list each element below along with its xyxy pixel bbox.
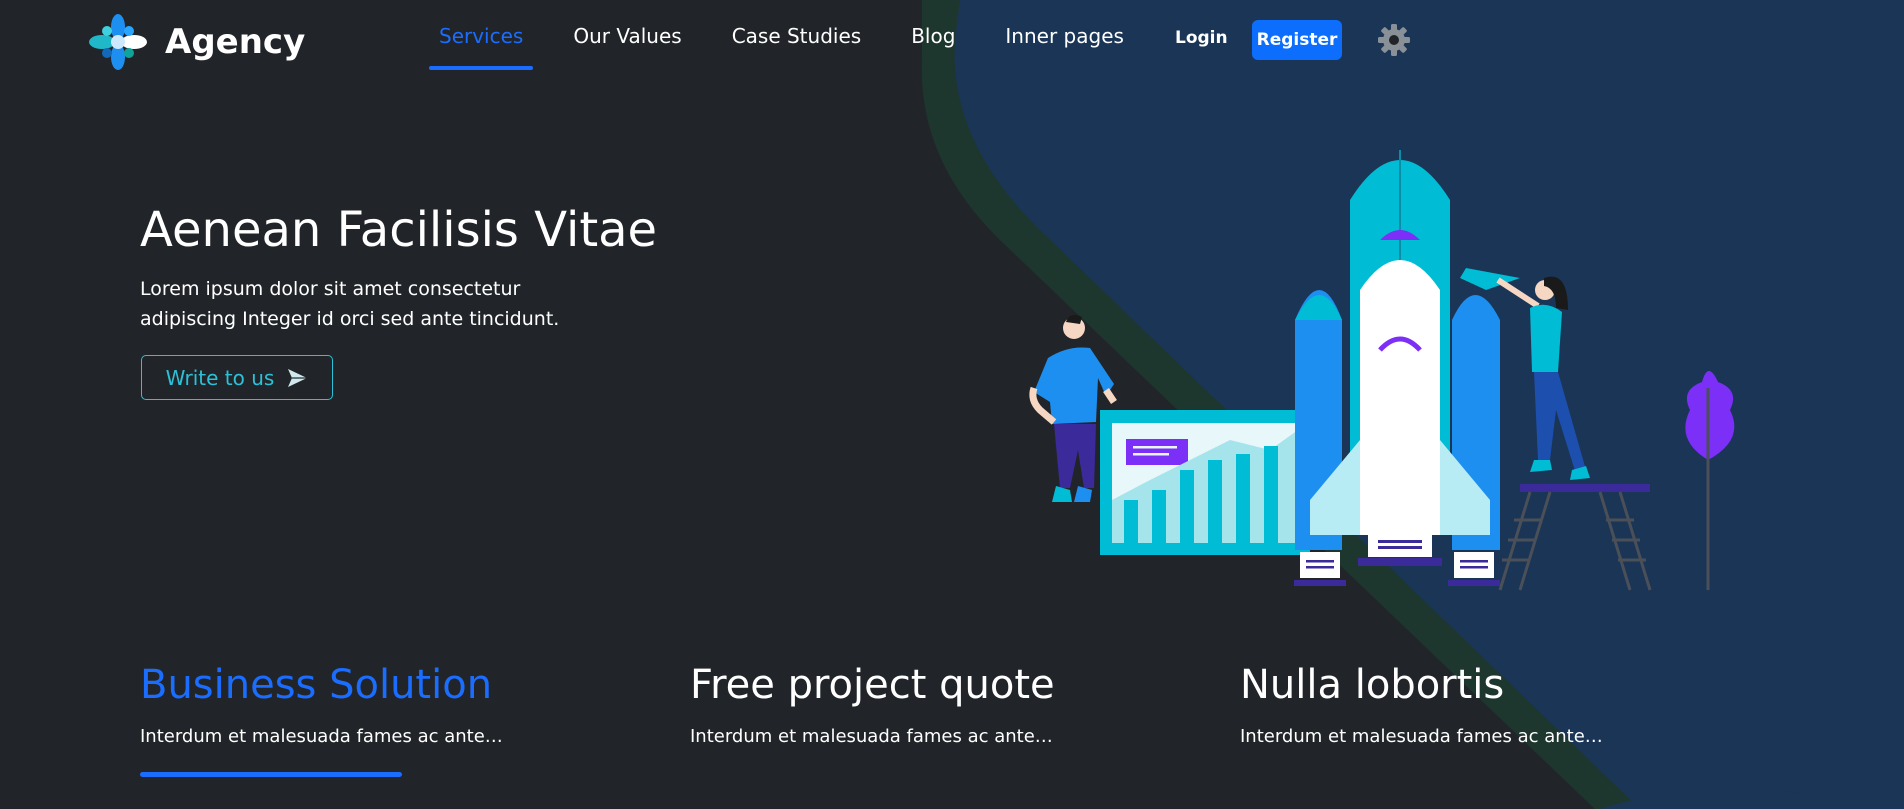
feature-title: Business Solution [140, 662, 493, 708]
nav-item-services[interactable]: Services [429, 0, 534, 72]
feature-active-indicator [140, 772, 402, 777]
rocket-launch-illustration [1029, 150, 1735, 591]
feature-title: Free project quote [690, 662, 1055, 708]
feature-nulla-lobortis[interactable]: Nulla lobortis Interdum et malesuada fam… [1240, 662, 1603, 747]
nav-item-case-studies[interactable]: Case Studies [722, 0, 872, 72]
hero-title: Aenean Facilisis Vitae [140, 202, 658, 258]
brand-name: Agency [165, 22, 306, 62]
nav-item-inner-pages[interactable]: Inner pages [995, 0, 1134, 72]
register-button[interactable]: Register [1252, 20, 1342, 60]
send-icon [288, 368, 308, 387]
flower-logo-icon [89, 14, 147, 70]
brand[interactable]: Agency [88, 12, 305, 72]
hero-text: Lorem ipsum dolor sit amet consectetur a… [140, 278, 560, 330]
feature-text: Interdum et malesuada fames ac ante… [140, 726, 503, 747]
navbar: Agency Services Our Values Case Studies … [0, 0, 1904, 80]
feature-text: Interdum et malesuada fames ac ante… [1240, 726, 1603, 747]
nav-item-blog[interactable]: Blog [901, 0, 965, 72]
feature-title: Nulla lobortis [1240, 662, 1505, 708]
gear-icon[interactable] [1376, 22, 1412, 58]
write-to-us-label: Write to us [165, 365, 275, 390]
page: Agency Services Our Values Case Studies … [0, 0, 1904, 809]
feature-business-solution[interactable]: Business Solution Interdum et malesuada … [140, 662, 503, 747]
feature-text: Interdum et malesuada fames ac ante… [690, 726, 1053, 747]
nav-links: Services Our Values Case Studies Blog In… [429, 0, 1134, 72]
login-link[interactable]: Login [1175, 28, 1228, 48]
write-to-us-button[interactable]: Write to us [141, 355, 333, 400]
feature-free-project-quote[interactable]: Free project quote Interdum et malesuada… [690, 662, 1055, 747]
nav-item-our-values[interactable]: Our Values [563, 0, 691, 72]
